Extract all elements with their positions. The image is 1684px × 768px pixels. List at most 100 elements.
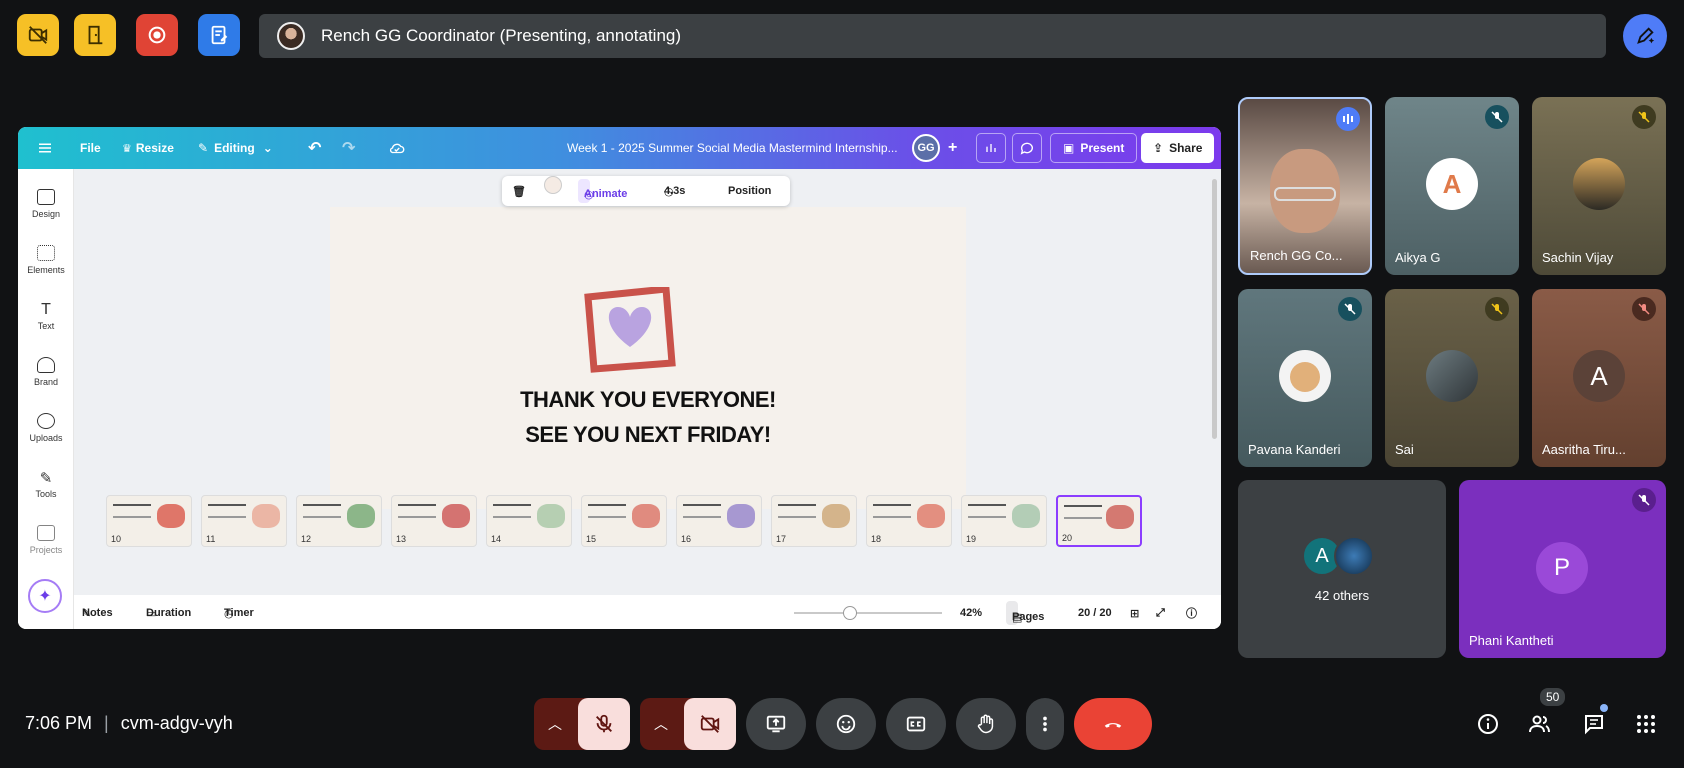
slide-thumbnail[interactable]: 15 — [581, 495, 667, 547]
menu-icon[interactable] — [36, 127, 54, 169]
pages-button[interactable]: ▤ Pages — [1006, 601, 1044, 625]
others-tile[interactable]: A 42 others — [1238, 480, 1446, 658]
annotate-button[interactable] — [1623, 14, 1667, 58]
slide-20[interactable]: THANK YOU EVERYONE! SEE YOU NEXT FRIDAY! — [330, 207, 966, 509]
more-options-button[interactable] — [1026, 698, 1064, 750]
avatar-initial: A — [1590, 360, 1608, 391]
thumbnail-number: 18 — [871, 534, 882, 544]
trash-icon[interactable]: 🗑 — [512, 176, 526, 206]
participant-tile-rench[interactable]: Rench GG Co... — [1238, 97, 1372, 275]
video-options-chevron-up-icon[interactable]: ︿ — [654, 714, 668, 734]
no-camera-icon-button[interactable] — [17, 14, 59, 56]
leave-call-button[interactable] — [1074, 698, 1152, 750]
slide-thumbnail[interactable]: 19 — [961, 495, 1047, 547]
record-button[interactable] — [136, 14, 178, 56]
sidebar-item-tools[interactable]: ✎ Tools — [18, 469, 74, 499]
redo-icon[interactable]: ↷ — [342, 127, 355, 169]
slide-line-2: SEE YOU NEXT FRIDAY! — [525, 422, 771, 447]
chat-button[interactable] — [1580, 710, 1608, 738]
participant-tile-sachin[interactable]: Sachin Vijay — [1532, 97, 1666, 275]
notes-doc-button[interactable] — [198, 14, 240, 56]
slide-thumbnail[interactable]: 20 — [1056, 495, 1142, 547]
sidebar-item-elements[interactable]: Elements — [18, 245, 74, 275]
add-collaborator-icon[interactable]: + — [948, 127, 957, 169]
camera-off-icon — [700, 715, 720, 733]
participant-name: Phani Kantheti — [1469, 633, 1554, 648]
animate-label: Animate — [584, 188, 628, 200]
microphone-toggle-button[interactable] — [578, 698, 630, 750]
chevron-down-icon: ⌄ — [262, 141, 273, 155]
slide-line-1: THANK YOU EVERYONE! — [520, 387, 776, 412]
slide-thumbnail[interactable]: 11 — [201, 495, 287, 547]
slide-thumbnail[interactable]: 10 — [106, 495, 192, 547]
sidebar-item-uploads[interactable]: Uploads — [18, 413, 74, 443]
animate-button[interactable]: ◎ Animate — [578, 179, 627, 203]
editing-mode-dropdown[interactable]: ✎ Editing ⌄ — [198, 127, 273, 169]
file-menu[interactable]: File — [80, 127, 101, 169]
zoom-value[interactable]: 42% — [960, 597, 982, 629]
slide-thumbnail[interactable]: 12 — [296, 495, 382, 547]
canva-bottom-bar: ✎ Notes ▭ Duration ◷ Timer 42% ▤ Pages 20 / … — [74, 597, 1221, 629]
emoji-icon — [836, 714, 856, 734]
camera-toggle-button[interactable] — [684, 698, 736, 750]
magic-sparkle-icon[interactable]: ✦ — [28, 579, 62, 613]
reactions-button[interactable] — [816, 698, 876, 750]
participant-tile-aikya[interactable]: A Aikya G — [1385, 97, 1519, 275]
thumbnail-lines — [873, 504, 911, 518]
avatar-initials: GG — [912, 134, 940, 162]
slide-thumbnail[interactable]: 14 — [486, 495, 572, 547]
thumbnail-lines — [588, 504, 626, 518]
sidebar-item-brand[interactable]: Brand — [18, 357, 74, 387]
zoom-slider-thumb[interactable] — [843, 606, 858, 620]
participant-tile-aasritha[interactable]: A Aasritha Tiru... — [1532, 289, 1666, 467]
door-icon-button[interactable] — [74, 14, 116, 56]
sidebar-item-text[interactable]: T Text — [18, 301, 74, 331]
thumbnail-graphic — [632, 504, 660, 528]
pen-tool-icon: ✎ — [39, 470, 53, 487]
participant-tile-sai[interactable]: Sai — [1385, 289, 1519, 467]
record-icon — [148, 26, 166, 44]
document-title[interactable]: Week 1 - 2025 Summer Social Media Master… — [567, 127, 898, 169]
comment-button[interactable] — [1012, 127, 1042, 169]
insights-button[interactable] — [976, 127, 1006, 169]
grid-view-icon[interactable]: ⊞ — [1130, 597, 1139, 629]
thumbnail-lines — [303, 504, 341, 518]
captions-button[interactable] — [886, 698, 946, 750]
slide-thumbnail[interactable]: 18 — [866, 495, 952, 547]
canvas-scrollbar[interactable] — [1212, 179, 1217, 439]
thumbnail-graphic — [917, 504, 945, 528]
sidebar-item-design[interactable]: Design — [18, 189, 74, 219]
text-t-icon: T — [41, 301, 51, 318]
position-button[interactable]: Position — [728, 176, 771, 206]
sidebar-item-label: Projects — [29, 545, 63, 555]
undo-icon[interactable]: ↶ — [308, 127, 321, 169]
zoom-slider[interactable] — [794, 597, 942, 629]
resize-menu[interactable]: ♛ Resize — [122, 127, 174, 169]
participant-name: Sai — [1395, 442, 1414, 457]
slide-thumbnail[interactable]: 13 — [391, 495, 477, 547]
activities-button[interactable] — [1632, 710, 1660, 738]
participant-tile-phani[interactable]: P Phani Kantheti — [1459, 480, 1666, 658]
cloud-saved-icon[interactable] — [388, 127, 406, 169]
slide-thumbnail[interactable]: 16 — [676, 495, 762, 547]
mic-control-group: ︿ — [534, 698, 630, 750]
share-button[interactable]: ⇪ Share — [1141, 127, 1215, 169]
collaborator-avatar[interactable]: GG — [912, 127, 940, 169]
editing-label: Editing — [214, 141, 255, 155]
meeting-details-button[interactable] — [1474, 710, 1502, 738]
participant-tile-pavana[interactable]: Pavana Kanderi — [1238, 289, 1372, 467]
present-button[interactable]: ▣ Present — [1050, 127, 1138, 169]
people-button[interactable] — [1526, 710, 1554, 738]
present-screen-button[interactable] — [746, 698, 806, 750]
avatar — [1426, 350, 1478, 402]
document-edit-icon — [211, 25, 228, 45]
avatar-initial: A — [1315, 544, 1329, 567]
raise-hand-button[interactable] — [956, 698, 1016, 750]
thumbnail-graphic — [157, 504, 185, 528]
duration-label: Duration — [146, 607, 192, 619]
audio-options-chevron-up-icon[interactable]: ︿ — [548, 714, 562, 734]
fullscreen-icon[interactable]: ⤢ — [1156, 597, 1165, 629]
slide-thumbnail[interactable]: 17 — [771, 495, 857, 547]
sidebar-item-projects[interactable]: Projects — [18, 525, 74, 555]
help-icon[interactable]: ⓘ — [1186, 597, 1197, 629]
